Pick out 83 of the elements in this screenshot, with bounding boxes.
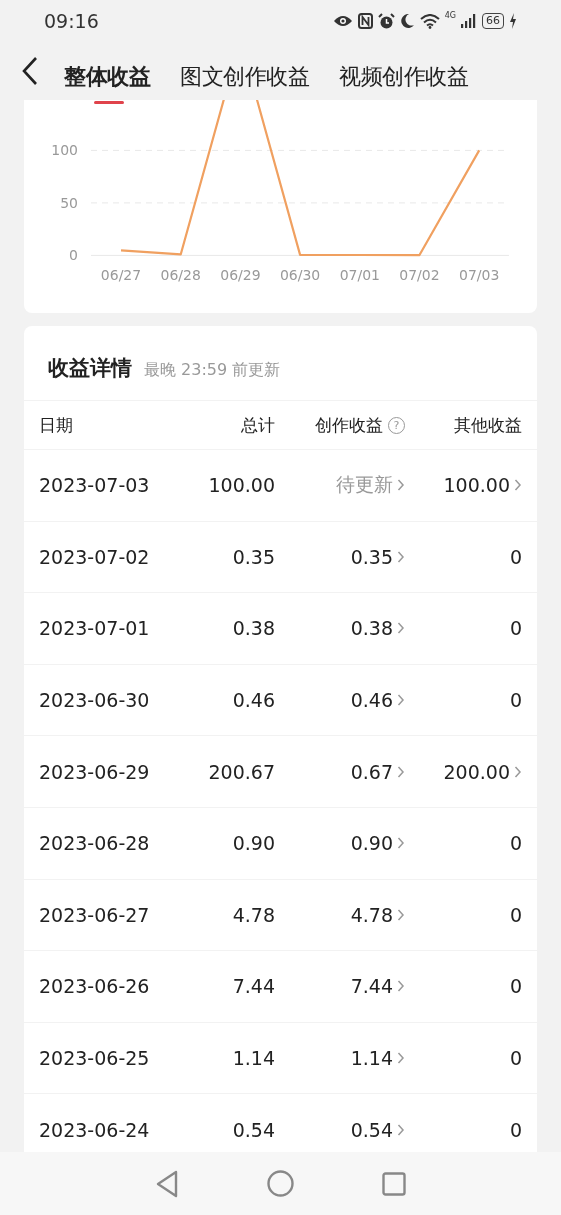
amount-link[interactable]: 200.00 (443, 760, 522, 783)
total-cell: 0.35 (232, 545, 275, 568)
x-axis-label: 06/28 (160, 267, 201, 283)
alarm-icon (377, 12, 395, 30)
date-cell-text: 2023-07-02 (39, 545, 151, 568)
total-cell: 7.44 (232, 975, 275, 998)
date-cell-text: 2023-06-25 (39, 1047, 151, 1070)
signal-icon (461, 14, 477, 28)
chevron-icon[interactable] (397, 1122, 405, 1137)
date-cell-text: 2023-07-01 (39, 617, 151, 640)
eye-icon (332, 14, 353, 28)
total-cell: 0.46 (232, 689, 275, 712)
column-header: 创作收益 (315, 413, 383, 437)
date-cell-text: 2023-06-30 (39, 689, 151, 712)
amount-link[interactable]: 100.00 (443, 474, 522, 497)
home-icon[interactable] (267, 1170, 294, 1197)
nfc-icon (357, 13, 373, 29)
date-cell-text: 2023-07-03 (39, 474, 151, 497)
amount-cell: 0 (509, 1047, 522, 1070)
date-cell-text: 2023-06-24 (39, 1118, 151, 1141)
chevron-icon[interactable] (397, 478, 405, 493)
status-time: 09:16 (44, 10, 99, 32)
chevron-icon[interactable] (397, 907, 405, 922)
x-axis-label: 07/02 (399, 267, 440, 283)
amount-link[interactable]: 7.44 (350, 975, 405, 998)
x-axis-label: 06/27 (100, 267, 142, 283)
column-header: 日期 (39, 413, 74, 437)
network-type: 4G (444, 10, 456, 20)
chevron-icon[interactable] (397, 549, 405, 564)
total-cell: 0.54 (232, 1118, 275, 1141)
chevron-icon[interactable] (397, 836, 405, 851)
back-icon[interactable] (22, 56, 38, 86)
x-axis-label: 06/29 (220, 267, 261, 283)
wifi-icon (419, 13, 440, 29)
y-axis-label: 50 (60, 194, 78, 211)
x-axis-label: 07/03 (459, 267, 500, 283)
date-cell-text: 2023-06-28 (39, 832, 151, 855)
tab[interactable]: 图文创作收益 (180, 48, 309, 104)
chevron-icon[interactable] (397, 693, 405, 708)
total-cell: 100.00 (208, 474, 275, 497)
update-note: 最晚 23:59 前更新 (144, 360, 281, 381)
amount-link[interactable]: 0.90 (350, 832, 405, 855)
total-cell: 1.14 (232, 1047, 275, 1070)
total-cell: 200.67 (208, 760, 275, 783)
amount-cell: 0 (509, 903, 522, 926)
y-axis-label: 100 (51, 142, 78, 158)
date-cell-text: 2023-06-29 (39, 760, 151, 783)
total-cell: 4.78 (232, 903, 275, 926)
amount-cell: 0 (509, 975, 522, 998)
moon-icon (399, 13, 415, 29)
chevron-icon[interactable] (397, 764, 405, 779)
amount-link[interactable]: 1.14 (350, 1047, 405, 1070)
date-cell-text: 2023-06-27 (39, 903, 151, 926)
tab[interactable]: 视频创作收益 (339, 48, 468, 104)
chevron-icon[interactable] (514, 764, 522, 779)
recent-apps-icon[interactable] (382, 1171, 406, 1196)
x-axis-label: 06/30 (279, 267, 321, 283)
amount-cell: 0 (509, 1118, 522, 1141)
y-axis-label: 0 (69, 247, 78, 263)
amount-link[interactable]: 0.67 (350, 760, 405, 783)
amount-link[interactable]: 0.38 (350, 617, 405, 640)
chevron-icon[interactable] (514, 478, 522, 493)
date-cell-text: 2023-06-26 (39, 975, 151, 998)
chevron-icon[interactable] (397, 621, 405, 636)
battery-level: 66 (482, 13, 504, 29)
total-cell: 0.90 (232, 832, 275, 855)
amount-link[interactable]: 0.46 (350, 689, 405, 712)
total-cell: 0.38 (232, 617, 275, 640)
amount-cell: 0 (509, 545, 522, 568)
column-header: 其他收益 (454, 413, 522, 437)
chevron-icon[interactable] (397, 1051, 405, 1066)
charging-icon (509, 13, 517, 29)
chevron-icon[interactable] (397, 979, 405, 994)
amount-link[interactable]: 4.78 (350, 903, 405, 926)
column-header: 总计 (241, 413, 275, 437)
x-axis-label: 07/01 (339, 267, 380, 283)
amount-cell: 0 (509, 689, 522, 712)
tab[interactable]: 整体收益 (64, 48, 150, 104)
section-title: 收益详情 (48, 355, 132, 382)
amount-cell: 0 (509, 832, 522, 855)
amount-link[interactable]: 0.35 (350, 545, 405, 568)
amount-link[interactable]: 0.54 (350, 1118, 405, 1141)
amount-cell: 0 (509, 617, 522, 640)
